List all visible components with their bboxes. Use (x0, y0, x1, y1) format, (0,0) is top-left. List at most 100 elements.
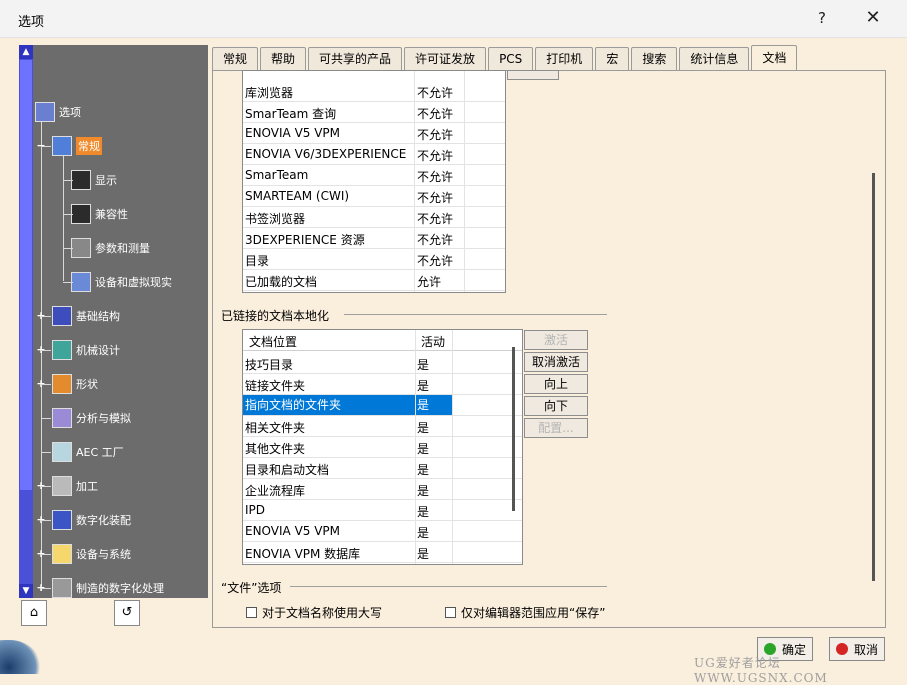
tab-7[interactable]: 搜索 (631, 47, 678, 71)
tree-item-14[interactable]: 制造的数字化处理 (52, 577, 164, 598)
tree-scrollbar[interactable]: ▲ ▼ (19, 45, 33, 598)
tree-item-5[interactable]: 设备和虚拟现实 (71, 271, 172, 293)
tree-item-0[interactable]: 选项 (35, 101, 81, 123)
table-row[interactable]: 书签浏览器 不允许 (243, 207, 505, 228)
location-active[interactable]: 是 (417, 524, 429, 541)
table-row[interactable]: IPD 是 (243, 500, 522, 521)
move-up-button[interactable]: 向上 (524, 374, 588, 394)
table-row[interactable]: ENOVIA V5 VPM 不允许 (243, 123, 505, 144)
tab-3[interactable]: 许可证发放 (404, 47, 487, 71)
table-row[interactable]: 技巧目录 是 (243, 353, 522, 374)
tree-item-9[interactable]: 分析与模拟 (52, 407, 131, 429)
tree-item-4[interactable]: 参数和测量 (71, 237, 150, 259)
shape-icon (52, 374, 72, 394)
location-active[interactable]: 是 (417, 419, 429, 436)
location-active[interactable]: 是 (417, 440, 429, 457)
tree-item-11[interactable]: 加工 (52, 475, 98, 497)
header-active[interactable]: 活动 (421, 333, 445, 350)
tab-9[interactable]: 文档 (751, 45, 798, 71)
table-row[interactable]: 指向文档的文件夹是 (243, 395, 522, 416)
table-row[interactable]: 链接文件夹 是 (243, 374, 522, 395)
location-active[interactable]: 是 (417, 356, 429, 373)
tree-item-10[interactable]: AEC 工厂 (52, 441, 124, 463)
tab-4[interactable]: PCS (488, 47, 534, 71)
tree-item-label: 显示 (95, 174, 117, 187)
location-name: 相关文件夹 (245, 421, 306, 435)
location-active[interactable]: 是 (416, 395, 452, 415)
move-down-button[interactable]: 向下 (524, 396, 588, 416)
uppercase-checkbox[interactable] (246, 607, 257, 618)
uppercase-option[interactable]: 对于文档名称使用大写 (246, 604, 382, 621)
scroll-down-icon[interactable]: ▼ (19, 584, 33, 598)
table-row[interactable]: SmarTeam 查询 不允许 (243, 102, 505, 123)
linked-docs-scrollbar[interactable] (512, 347, 515, 511)
configure-button[interactable]: 配置... (524, 418, 588, 438)
table-row[interactable]: 库浏览器 不允许 (243, 81, 505, 102)
env-access[interactable]: 不允许 (417, 231, 453, 248)
env-access[interactable]: 不允许 (417, 168, 453, 185)
editor-scope-option[interactable]: 仅对编辑器范围应用“保存” (445, 604, 605, 621)
tree-reset-icon[interactable]: ↺ (114, 600, 140, 626)
env-access[interactable]: 不允许 (417, 147, 453, 164)
location-active[interactable]: 是 (417, 377, 429, 394)
tree-home-icon[interactable]: ⌂ (21, 600, 47, 626)
location-name: 目录和启动文档 (245, 463, 330, 477)
tab-6[interactable]: 宏 (595, 47, 630, 71)
table-row[interactable]: 相关文件夹 是 (243, 416, 522, 437)
table-row[interactable]: ENOVIA V5 VPM 是 (243, 521, 522, 542)
location-active[interactable]: 是 (417, 545, 429, 562)
tree-line (41, 146, 51, 147)
tab-0[interactable]: 常规 (212, 47, 259, 71)
tab-8[interactable]: 统计信息 (679, 47, 750, 71)
table-row[interactable]: SmarTeam 不允许 (243, 165, 505, 186)
devices-vr-icon (71, 272, 91, 292)
editor-scope-checkbox[interactable] (445, 607, 456, 618)
table-row[interactable]: 其他文件夹 是 (243, 437, 522, 458)
deactivate-button[interactable]: 取消激活 (524, 352, 588, 372)
location-active[interactable]: 是 (417, 503, 429, 520)
tab-5[interactable]: 打印机 (535, 47, 594, 71)
tab-2[interactable]: 可共享的产品 (308, 47, 403, 71)
document-environments-table[interactable]: 库浏览器 不允许 SmarTeam 查询 不允许 ENOVIA V5 VPM 不允许 ENO… (242, 70, 506, 293)
tree-item-3[interactable]: 兼容性 (71, 203, 128, 225)
table-row[interactable]: 企业流程库 是 (243, 479, 522, 500)
env-access[interactable]: 允许 (417, 273, 441, 290)
tree-line (41, 418, 51, 419)
tree-line (41, 588, 51, 589)
location-active[interactable]: 是 (417, 482, 429, 499)
scroll-up-icon[interactable]: ▲ (19, 45, 33, 59)
page-scrollbar[interactable] (872, 173, 875, 581)
header-location[interactable]: 文档位置 (249, 333, 297, 350)
machining-icon (52, 476, 72, 496)
table-row[interactable]: 目录和启动文档 是 (243, 458, 522, 479)
help-button[interactable]: ? (818, 9, 826, 27)
table-row[interactable]: ENOVIA V6/3DEXPERIENCE 不允许 (243, 144, 505, 165)
location-active[interactable]: 是 (417, 461, 429, 478)
close-button[interactable]: ✕ (862, 7, 884, 28)
tree-item-6[interactable]: 基础结构 (52, 305, 120, 327)
scroll-thumb[interactable] (20, 60, 32, 490)
table-row[interactable]: 已加载的文档 允许 (243, 270, 505, 291)
tree-item-1[interactable]: 常规 (52, 135, 102, 157)
table-row[interactable]: 3DEXPERIENCE 资源 不允许 (243, 228, 505, 249)
env-access[interactable]: 不允许 (417, 252, 453, 269)
linked-docs-table[interactable]: 文档位置 活动 技巧目录是链接文件夹是指向文档的文件夹是相关文件夹是其他文件夹是… (242, 329, 523, 565)
tree-item-12[interactable]: 数字化装配 (52, 509, 131, 531)
environment-action-button[interactable] (507, 70, 559, 80)
env-access[interactable]: 不允许 (417, 84, 453, 101)
tree-item-13[interactable]: 设备与系统 (52, 543, 131, 565)
tree-item-8[interactable]: 形状 (52, 373, 98, 395)
env-access[interactable]: 不允许 (417, 189, 453, 206)
env-access[interactable]: 不允许 (417, 210, 453, 227)
tab-1[interactable]: 帮助 (260, 47, 307, 71)
table-row[interactable]: ENOVIA VPM 数据库 是 (243, 542, 522, 563)
table-row[interactable]: SMARTEAM (CWI) 不允许 (243, 186, 505, 207)
env-name: ENOVIA V6/3DEXPERIENCE (245, 147, 407, 161)
table-row[interactable]: 目录 不允许 (243, 249, 505, 270)
tree-item-7[interactable]: 机械设计 (52, 339, 120, 361)
tree-item-2[interactable]: 显示 (71, 169, 117, 191)
options-tree[interactable]: ▲ ▼ 选项常规显示兼容性参数和测量设备和虚拟现实基础结构机械设计形状分析与模拟… (19, 45, 208, 598)
env-access[interactable]: 不允许 (417, 126, 453, 143)
env-access[interactable]: 不允许 (417, 105, 453, 122)
activate-button[interactable]: 激活 (524, 330, 588, 350)
